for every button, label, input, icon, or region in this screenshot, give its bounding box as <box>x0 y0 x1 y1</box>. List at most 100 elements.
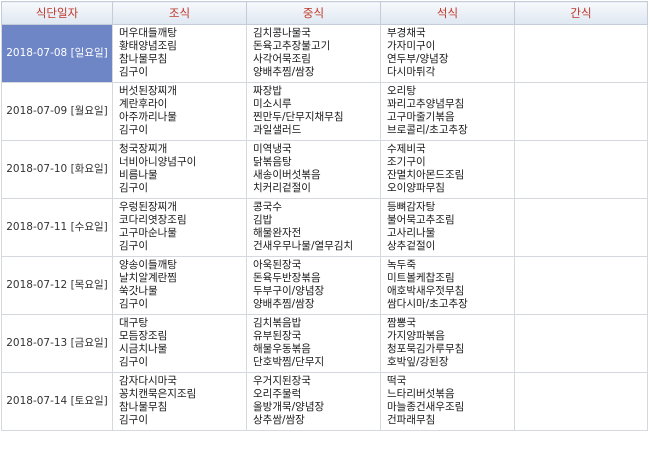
menu-item: 짜장밥 <box>253 85 282 97</box>
table-row: 2018-07-08 [일요일] 머우대들깨탕 황태양념조림 참나물무침 김구이 김치콩나… <box>1 24 648 83</box>
date-cell: 2018-07-11 [수요일] <box>1 198 113 257</box>
breakfast-cell: 대구탕 모듬장조림 시금치나물 김구이 <box>112 314 247 373</box>
dinner-cell: 등뼈감자탕 불어묵고추조림 고사리나물 상추겉절이 <box>380 198 515 257</box>
menu-item: 건새우무나물/열무김치 <box>253 240 354 252</box>
menu-item: 코다리엿장조림 <box>119 214 187 226</box>
dinner-cell: 오리탕 꽈리고추양념무침 고구마줄기볶음 브로콜리/초고추장 <box>380 82 515 141</box>
menu-item: 김구이 <box>119 124 148 136</box>
menu-item: 조기구이 <box>387 156 426 168</box>
snack-cell <box>514 140 648 199</box>
dinner-cell: 부경채국 가자미구이 연두부/양념장 다시마튀각 <box>380 24 515 83</box>
snack-cell <box>514 256 648 315</box>
menu-item: 김구이 <box>119 356 148 368</box>
menu-item: 쌈다시마/초고추장 <box>387 298 468 310</box>
lunch-cell: 우거지된장국 오리주물럭 올방개묵/양념장 상추쌈/쌈장 <box>246 372 381 431</box>
menu-item: 과일샐러드 <box>253 124 302 136</box>
menu-item: 찐만두/단무지채무침 <box>253 111 344 123</box>
menu-item: 고구마순나물 <box>119 227 177 239</box>
menu-item: 가지양파볶음 <box>387 330 445 342</box>
menu-item: 머우대들깨탕 <box>119 27 177 39</box>
menu-item: 다시마튀각 <box>387 66 436 78</box>
menu-item: 치커리겉절이 <box>253 182 311 194</box>
menu-item: 김구이 <box>119 182 148 194</box>
menu-item: 상추겉절이 <box>387 240 436 252</box>
lunch-cell: 김치콩나물국 돈육고추장불고기 사각어묵조림 양배추찜/쌈장 <box>246 24 381 83</box>
breakfast-cell: 버섯된장찌개 계란후라이 아주까리나물 김구이 <box>112 82 247 141</box>
menu-item: 꽈리고추양념무침 <box>387 98 465 110</box>
menu-item: 호박잎/강된장 <box>387 356 449 368</box>
header-breakfast: 조식 <box>112 1 247 25</box>
breakfast-cell: 감자다시마국 꽁치캔묵은지조림 참나물무침 김구이 <box>112 372 247 431</box>
menu-item: 미역냉국 <box>253 143 292 155</box>
menu-item: 콩국수 <box>253 201 282 213</box>
menu-item: 양배추찜/쌈장 <box>253 298 315 310</box>
snack-cell <box>514 82 648 141</box>
table-row: 2018-07-11 [수요일] 우렁된장찌개 코다리엿장조림 고구마순나물 김구이 콩국… <box>1 198 648 257</box>
date-cell: 2018-07-14 [토요일] <box>1 372 113 431</box>
menu-item: 두부구이/양념장 <box>253 285 325 297</box>
menu-item: 김구이 <box>119 240 148 252</box>
menu-item: 시금치나물 <box>119 343 168 355</box>
breakfast-cell: 청국장찌개 너비아니양념구이 비름나물 김구이 <box>112 140 247 199</box>
date-cell: 2018-07-10 [화요일] <box>1 140 113 199</box>
menu-item: 수제비국 <box>387 143 426 155</box>
menu-item: 오리탕 <box>387 85 416 97</box>
menu-item: 단호박찜/단무지 <box>253 356 325 368</box>
menu-item: 김구이 <box>119 414 148 426</box>
header-snack: 간식 <box>514 1 648 25</box>
breakfast-cell: 머우대들깨탕 황태양념조림 참나물무침 김구이 <box>112 24 247 83</box>
lunch-cell: 미역냉국 닭볶음탕 새송이버섯볶음 치커리겉절이 <box>246 140 381 199</box>
lunch-cell: 콩국수 김밥 해물완자전 건새우무나물/열무김치 <box>246 198 381 257</box>
menu-item: 우거지된장국 <box>253 375 311 387</box>
menu-item: 황태양념조림 <box>119 40 177 52</box>
menu-item: 김밥 <box>253 214 273 226</box>
menu-item: 아욱된장국 <box>253 259 302 271</box>
menu-item: 꽁치캔묵은지조림 <box>119 388 197 400</box>
menu-item: 마늘종건새우조림 <box>387 401 465 413</box>
menu-item: 닭볶음탕 <box>253 156 292 168</box>
menu-item: 계란후라이 <box>119 98 168 110</box>
menu-item: 올방개묵/양념장 <box>253 401 325 413</box>
snack-cell <box>514 198 648 257</box>
menu-item: 느타리버섯볶음 <box>387 388 455 400</box>
table-row: 2018-07-12 [목요일] 양송이들깨탕 날치알계란찜 쑥갓나물 김구이 아욱된장국… <box>1 256 648 315</box>
table-row: 2018-07-14 [토요일] 감자다시마국 꽁치캔묵은지조림 참나물무침 김구이 우거… <box>1 372 648 431</box>
lunch-cell: 짜장밥 미소시루 찐만두/단무지채무침 과일샐러드 <box>246 82 381 141</box>
menu-item: 고구마줄기볶음 <box>387 111 455 123</box>
breakfast-cell: 양송이들깨탕 날치알계란찜 쑥갓나물 김구이 <box>112 256 247 315</box>
snack-cell <box>514 372 648 431</box>
table-body: 2018-07-08 [일요일] 머우대들깨탕 황태양념조림 참나물무침 김구이 김치콩나… <box>1 24 648 431</box>
menu-item: 미트볼케찹조림 <box>387 272 455 284</box>
menu-item: 떡국 <box>387 375 407 387</box>
table-header-row: 식단일자 조식 중식 석식 간식 <box>1 1 648 25</box>
menu-item: 새송이버섯볶음 <box>253 169 321 181</box>
menu-item: 미소시루 <box>253 98 292 110</box>
menu-item: 사각어묵조림 <box>253 53 311 65</box>
header-lunch: 중식 <box>246 1 381 25</box>
menu-item: 아주까리나물 <box>119 111 177 123</box>
menu-item: 짬뽕국 <box>387 317 416 329</box>
menu-item: 김구이 <box>119 298 148 310</box>
menu-item: 애호박새우젓무침 <box>387 285 465 297</box>
menu-item: 상추쌈/쌈장 <box>253 414 305 426</box>
menu-item: 부경채국 <box>387 27 426 39</box>
menu-item: 모듬장조림 <box>119 330 168 342</box>
table-row: 2018-07-09 [월요일] 버섯된장찌개 계란후라이 아주까리나물 김구이 짜장밥 미… <box>1 82 648 141</box>
menu-item: 너비아니양념구이 <box>119 156 197 168</box>
menu-item: 날치알계란찜 <box>119 272 177 284</box>
menu-item: 돈육고추장불고기 <box>253 40 331 52</box>
menu-item: 감자다시마국 <box>119 375 177 387</box>
menu-item: 오리주물럭 <box>253 388 302 400</box>
dinner-cell: 수제비국 조기구이 잔멸치아몬드조림 오이양파무침 <box>380 140 515 199</box>
lunch-cell: 아욱된장국 돈육두반장볶음 두부구이/양념장 양배추찜/쌈장 <box>246 256 381 315</box>
menu-item: 유부된장국 <box>253 330 302 342</box>
meal-menu-page: 식단일자 조식 중식 석식 간식 2018-07-08 [일요일] 머우대들깨탕 황… <box>0 0 650 452</box>
menu-item: 청포묵김가루무침 <box>387 343 465 355</box>
date-cell[interactable]: 2018-07-08 [일요일] <box>1 24 113 83</box>
menu-item: 연두부/양념장 <box>387 53 449 65</box>
menu-item: 버섯된장찌개 <box>119 85 177 97</box>
menu-item: 등뼈감자탕 <box>387 201 436 213</box>
menu-item: 쑥갓나물 <box>119 285 158 297</box>
breakfast-cell: 우렁된장찌개 코다리엿장조림 고구마순나물 김구이 <box>112 198 247 257</box>
header-dinner: 석식 <box>380 1 515 25</box>
